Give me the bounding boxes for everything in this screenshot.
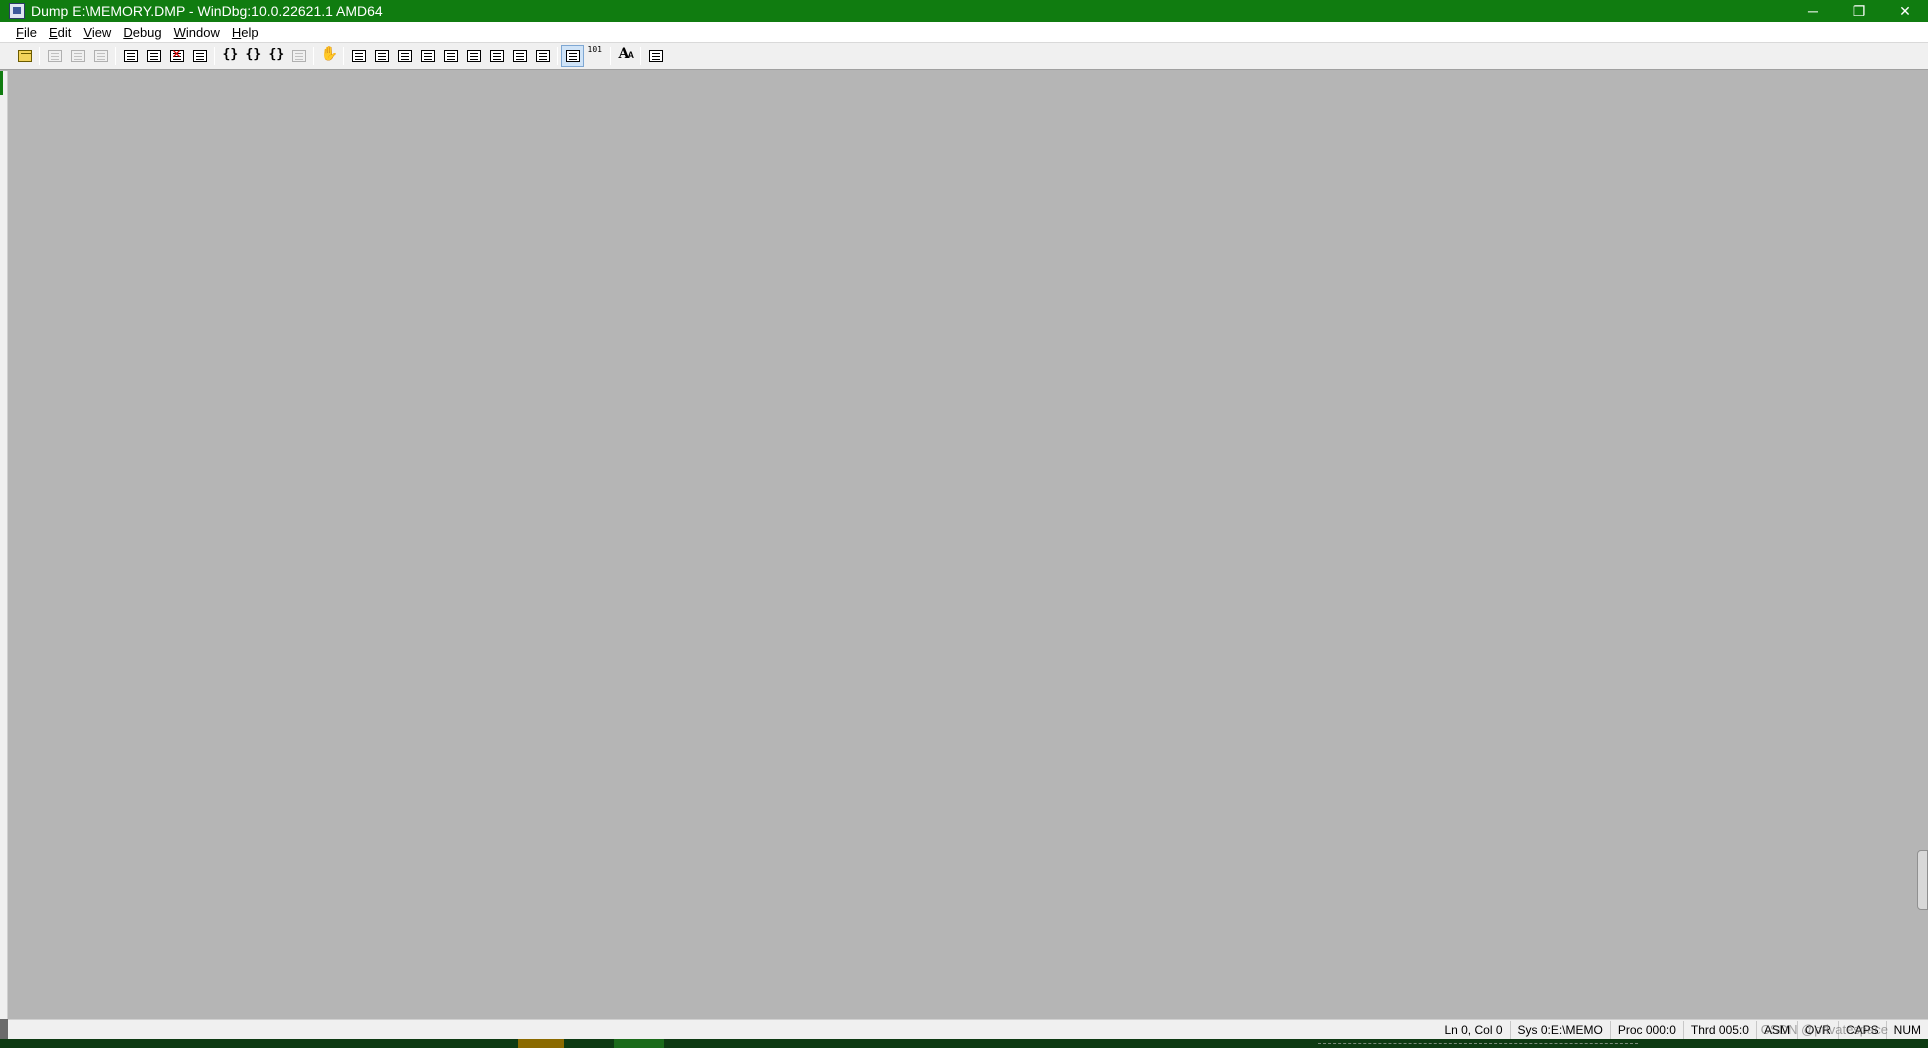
menu-edit[interactable]: Edit [43,22,77,43]
cut-icon [47,50,62,62]
step-out-button[interactable] [264,45,287,67]
registers-window-button[interactable] [416,45,439,67]
left-edge-accent [0,71,3,95]
status-thread: Thrd 005:0 [1682,1020,1756,1039]
left-edge-bottom [0,1019,8,1039]
toolbar-separator [557,47,558,65]
locals-window-button[interactable] [393,45,416,67]
call-stack-window-button[interactable] [462,45,485,67]
mdi-workspace[interactable] [8,71,1928,1019]
memory-window-icon [443,50,458,62]
menu-file[interactable]: File [10,22,43,43]
toolbar-separator [214,47,215,65]
go-button[interactable] [119,45,142,67]
menu-debug[interactable]: Debug [117,22,167,43]
toolbar-separator [640,47,641,65]
scratch-pad-icon [512,50,527,62]
title-bar[interactable]: Dump E:\MEMORY.DMP - WinDbg:10.0.22621.1… [0,0,1928,22]
stop-debugging-button[interactable] [165,45,188,67]
status-line-col: Ln 0, Col 0 [1444,1022,1503,1037]
menu-window[interactable]: Window [168,22,226,43]
run-to-cursor-icon [291,50,306,62]
step-out-icon [269,47,285,62]
status-process: Proc 000:0 [1609,1020,1683,1039]
restart-icon [146,50,161,62]
memory-window-button[interactable] [439,45,462,67]
font-icon [619,46,635,62]
watermark: CSDN @privatespace [1760,1022,1888,1037]
options-button[interactable] [644,45,667,67]
insert-breakpoint-hand-icon [321,46,338,62]
options-icon [648,50,663,62]
menu-help[interactable]: Help [226,22,265,43]
paste-button[interactable] [89,45,112,67]
cut-button[interactable] [43,45,66,67]
step-into-button[interactable] [218,45,241,67]
step-over-button[interactable] [241,45,264,67]
processes-threads-button[interactable] [531,45,554,67]
binary-mode-button[interactable] [584,45,607,67]
minimize-button[interactable]: ─ [1790,0,1836,22]
open-folder-icon [17,50,32,62]
break-icon [192,50,207,62]
font-button[interactable] [614,45,637,67]
menu-view[interactable]: View [77,22,117,43]
window-controls: ─ ❐ ✕ [1790,0,1928,22]
disassembly-window-icon [489,50,504,62]
taskbar [0,1039,1928,1048]
disassembly-window-button[interactable] [485,45,508,67]
open-folder-button[interactable] [13,45,36,67]
toolbar-separator [610,47,611,65]
stop-debugging-icon [169,47,184,62]
insert-breakpoint-button[interactable] [317,45,340,67]
taskbar-tray-area [1318,1043,1638,1045]
command-window-button[interactable] [347,45,370,67]
restart-button[interactable] [142,45,165,67]
taskbar-app-active[interactable] [614,1039,664,1048]
command-window-icon [351,50,366,62]
binary-mode-icon [588,46,603,62]
locals-window-icon [397,50,412,62]
registers-window-icon [420,50,435,62]
scratch-pad-button[interactable] [508,45,531,67]
status-system: Sys 0:E:\MEMO [1509,1020,1610,1039]
watch-window-icon [374,50,389,62]
window-title: Dump E:\MEMORY.DMP - WinDbg:10.0.22621.1… [31,3,383,19]
close-button[interactable]: ✕ [1882,0,1928,22]
toolbar-separator [313,47,314,65]
copy-button[interactable] [66,45,89,67]
toolbar [0,43,1928,70]
taskbar-app-highlight[interactable] [518,1039,564,1048]
toolbar-separator [343,47,344,65]
copy-icon [70,50,85,62]
call-stack-window-icon [466,50,481,62]
break-button[interactable] [188,45,211,67]
step-into-icon [223,47,239,62]
processes-threads-icon [535,50,550,62]
toolbar-separator [39,47,40,65]
go-icon [123,50,138,62]
windbg-app-icon[interactable] [9,3,25,19]
source-mode-icon [565,50,580,62]
resize-grip-handle[interactable] [1917,850,1928,910]
step-over-icon [246,47,262,62]
watch-window-button[interactable] [370,45,393,67]
source-mode-button[interactable] [561,45,584,67]
left-window-edge [0,71,8,1019]
run-to-cursor-button[interactable] [287,45,310,67]
toolbar-separator [115,47,116,65]
restore-button[interactable]: ❐ [1836,0,1882,22]
status-bar: Ln 0, Col 0 Sys 0:E:\MEMO Proc 000:0 Thr… [8,1019,1928,1039]
menu-bar: File Edit View Debug Window Help [0,22,1928,43]
paste-icon [93,50,108,62]
status-num: NUM [1885,1020,1928,1039]
